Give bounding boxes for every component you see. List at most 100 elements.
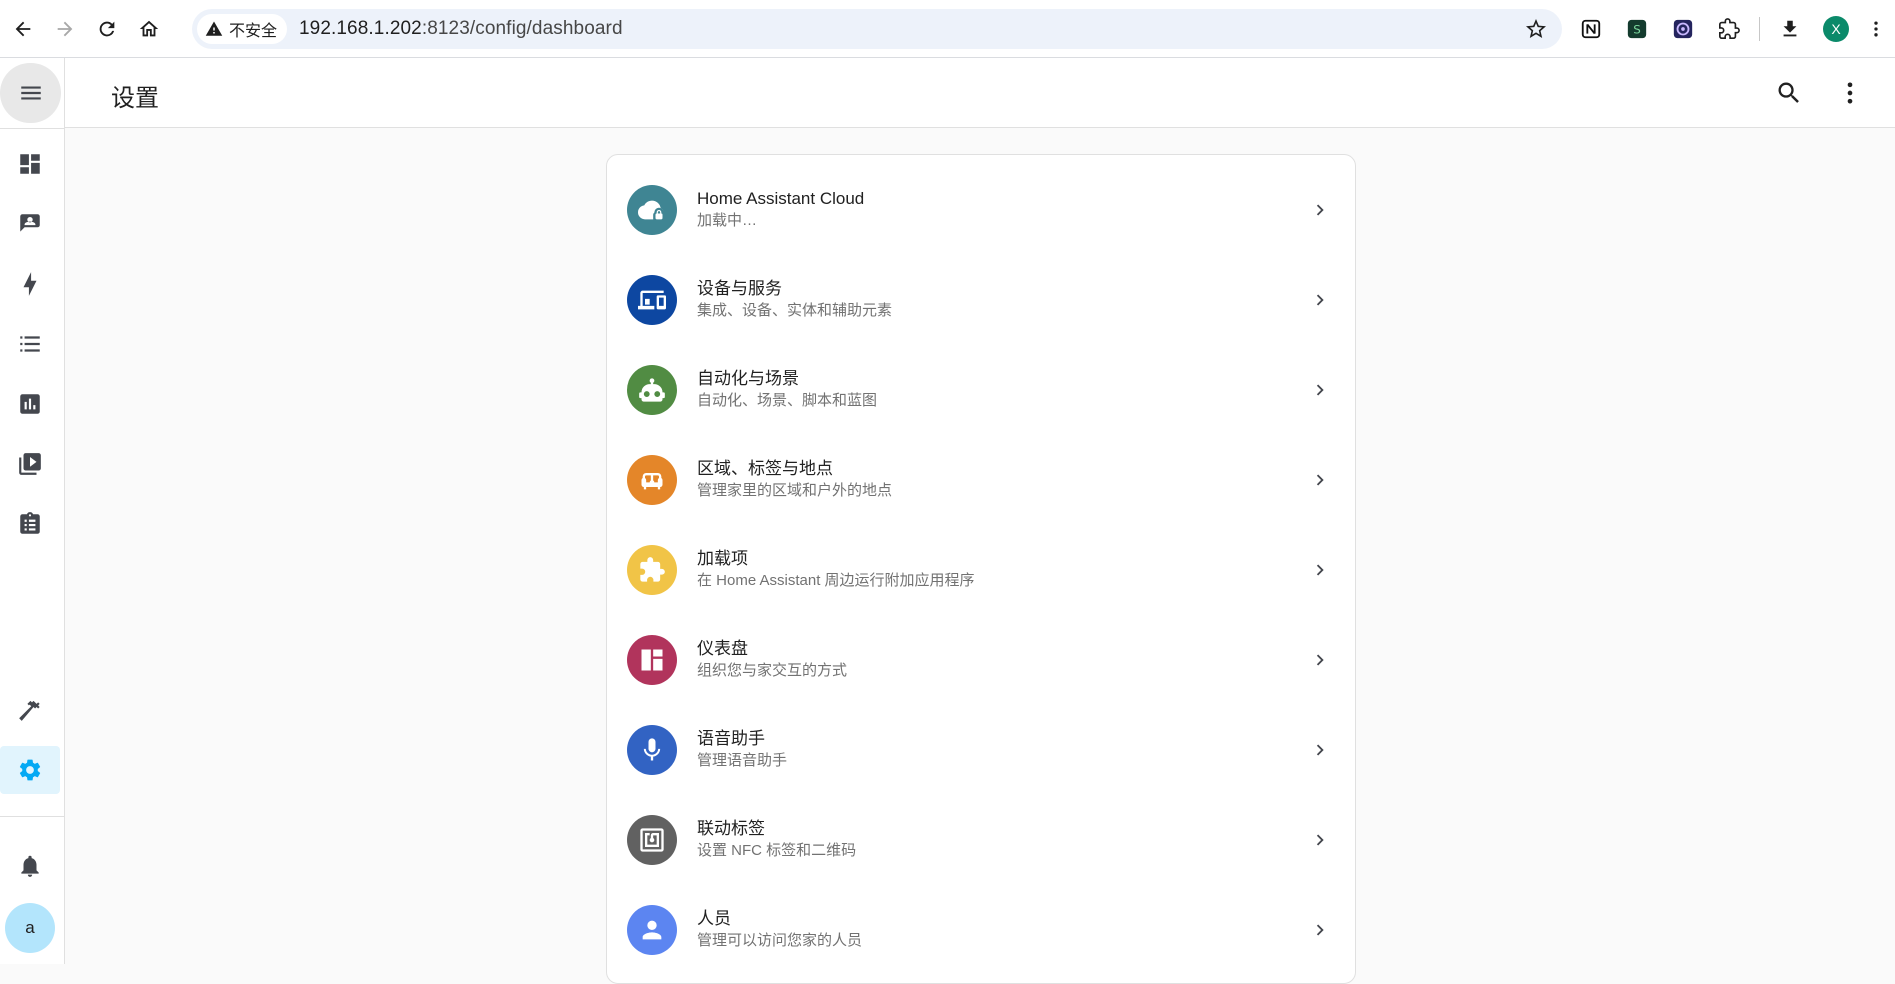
star-icon: [1526, 19, 1546, 38]
notion-icon[interactable]: [1575, 13, 1607, 45]
row-subtitle: 管理家里的区域和户外的地点: [697, 482, 893, 499]
row-title: 语音助手: [697, 729, 765, 748]
site-info-chip[interactable]: 不安全: [197, 14, 288, 44]
back-button[interactable]: [3, 9, 43, 49]
chevron-right-icon: [1316, 924, 1324, 936]
row-icon-badge: [627, 905, 677, 955]
microphone-icon: [643, 738, 661, 761]
row-title: 仪表盘: [697, 639, 748, 658]
settings-row-addons[interactable]: 加载项 在 Home Assistant 周边运行附加应用程序: [607, 525, 1355, 615]
row-icon-badge: [627, 725, 677, 775]
row-icon-badge: [627, 815, 677, 865]
browser-toolbar: 不安全 192.168.1.202:8123/config/dashboard …: [0, 0, 1895, 58]
more-vertical-icon: [1874, 21, 1878, 37]
sidebar-divider: [0, 128, 65, 129]
address-bar[interactable]: 不安全 192.168.1.202:8123/config/dashboard: [192, 9, 1562, 49]
nfc-icon: [640, 828, 664, 852]
extensions-area: S X: [1575, 9, 1886, 49]
top-app-bar: 设置: [65, 58, 1895, 128]
sidebar-item-notifications[interactable]: [0, 842, 60, 890]
settings-row-tags[interactable]: 联动标签 设置 NFC 标签和二维码: [607, 795, 1355, 885]
profile-avatar: X: [1823, 16, 1849, 42]
row-subtitle: 设置 NFC 标签和二维码: [697, 842, 857, 859]
view-dashboard-icon: [641, 649, 663, 671]
person-icon: [642, 920, 662, 940]
forward-button[interactable]: [45, 9, 85, 49]
clipboard-icon: [20, 512, 40, 534]
devices-icon: [638, 290, 666, 310]
sidebar-item-logbook[interactable]: [0, 320, 60, 368]
overflow-menu-button[interactable]: [1836, 79, 1864, 107]
row-subtitle: 管理可以访问您家的人员: [697, 932, 863, 949]
reload-button[interactable]: [87, 9, 127, 49]
puzzle-icon[interactable]: [1713, 13, 1745, 45]
svg-text:S: S: [1633, 23, 1641, 37]
url-path: :8123/config/dashboard: [421, 18, 623, 39]
settings-row-dashboards[interactable]: 仪表盘 组织您与家交互的方式: [607, 615, 1355, 705]
sofa-icon: [641, 473, 663, 490]
sidebar: a: [0, 58, 65, 964]
row-subtitle: 管理语音助手: [697, 752, 788, 769]
row-icon-badge: [627, 365, 677, 415]
menu-icon: [20, 86, 41, 100]
sidebar-item-developer-tools[interactable]: [0, 686, 60, 734]
chevron-right-icon: [1316, 834, 1324, 846]
gear-icon: [19, 759, 41, 781]
sidebar-item-map[interactable]: [0, 200, 60, 248]
sidebar-item-settings[interactable]: [0, 746, 60, 794]
sidebar-item-overview[interactable]: [0, 140, 60, 188]
hammer-icon: [19, 700, 40, 721]
settings-row-automations[interactable]: 自动化与场景 自动化、场景、脚本和蓝图: [607, 345, 1355, 435]
settings-row-areas[interactable]: 区域、标签与地点 管理家里的区域和户外的地点: [607, 435, 1355, 525]
chevron-right-icon: [1316, 654, 1324, 666]
row-icon-badge: [627, 545, 677, 595]
profile-button[interactable]: X: [1820, 13, 1852, 45]
settings-row-cloud[interactable]: Home Assistant Cloud 加载中…: [607, 165, 1355, 255]
home-button[interactable]: [129, 9, 169, 49]
chevron-right-icon: [1316, 474, 1324, 486]
puzzle-icon: [640, 557, 665, 582]
sidebar-item-media[interactable]: [0, 440, 60, 488]
home-icon: [139, 20, 159, 36]
sidebar-menu-button[interactable]: [0, 63, 61, 123]
arrow-right-icon: [57, 21, 73, 36]
lightning-icon: [23, 272, 37, 296]
row-subtitle: 自动化、场景、脚本和蓝图: [697, 392, 878, 409]
row-title: Home Assistant Cloud: [697, 189, 865, 208]
settings-row-voice-assistants[interactable]: 语音助手 管理语音助手: [607, 705, 1355, 795]
row-subtitle: 集成、设备、实体和辅助元素: [697, 302, 893, 319]
sidebar-item-energy[interactable]: [0, 260, 60, 308]
row-title: 设备与服务: [697, 279, 782, 298]
row-subtitle: 在 Home Assistant 周边运行附加应用程序: [697, 572, 975, 589]
row-icon-badge: [627, 635, 677, 685]
download-button[interactable]: [1774, 13, 1806, 45]
user-avatar[interactable]: a: [5, 903, 55, 953]
sidebar-item-history[interactable]: [0, 380, 60, 428]
chevron-right-icon: [1316, 294, 1324, 306]
play-box-icon: [19, 453, 41, 475]
docs-extension-icon[interactable]: S: [1621, 13, 1653, 45]
chart-icon: [20, 394, 40, 414]
settings-row-devices[interactable]: 设备与服务 集成、设备、实体和辅助元素: [607, 255, 1355, 345]
settings-row-people[interactable]: 人员 管理可以访问您家的人员: [607, 885, 1355, 975]
url-text[interactable]: 192.168.1.202:8123/config/dashboard: [299, 18, 623, 40]
row-subtitle: 加载中…: [697, 212, 758, 229]
insecure-label: 不安全: [229, 23, 278, 40]
search-button[interactable]: [1775, 79, 1803, 107]
sidebar-item-todo[interactable]: [0, 500, 60, 548]
bell-icon: [21, 855, 39, 877]
sidebar-divider: [0, 816, 65, 817]
download-icon: [1783, 20, 1797, 37]
person-card-icon: [20, 214, 40, 232]
url-host: 192.168.1.202: [299, 18, 422, 39]
browser-menu-button[interactable]: [1866, 13, 1886, 45]
chevron-right-icon: [1316, 744, 1324, 756]
chevron-right-icon: [1316, 204, 1324, 216]
settings-card: Home Assistant Cloud 加载中… 设备与服务 集成、设备、实体…: [606, 154, 1356, 984]
row-title: 区域、标签与地点: [697, 459, 833, 478]
page-title: 设置: [111, 85, 159, 112]
more-vertical-icon: [1847, 82, 1853, 104]
bookmark-button[interactable]: [1524, 17, 1548, 41]
row-title: 人员: [697, 909, 731, 928]
vpn-extension-icon[interactable]: [1667, 13, 1699, 45]
